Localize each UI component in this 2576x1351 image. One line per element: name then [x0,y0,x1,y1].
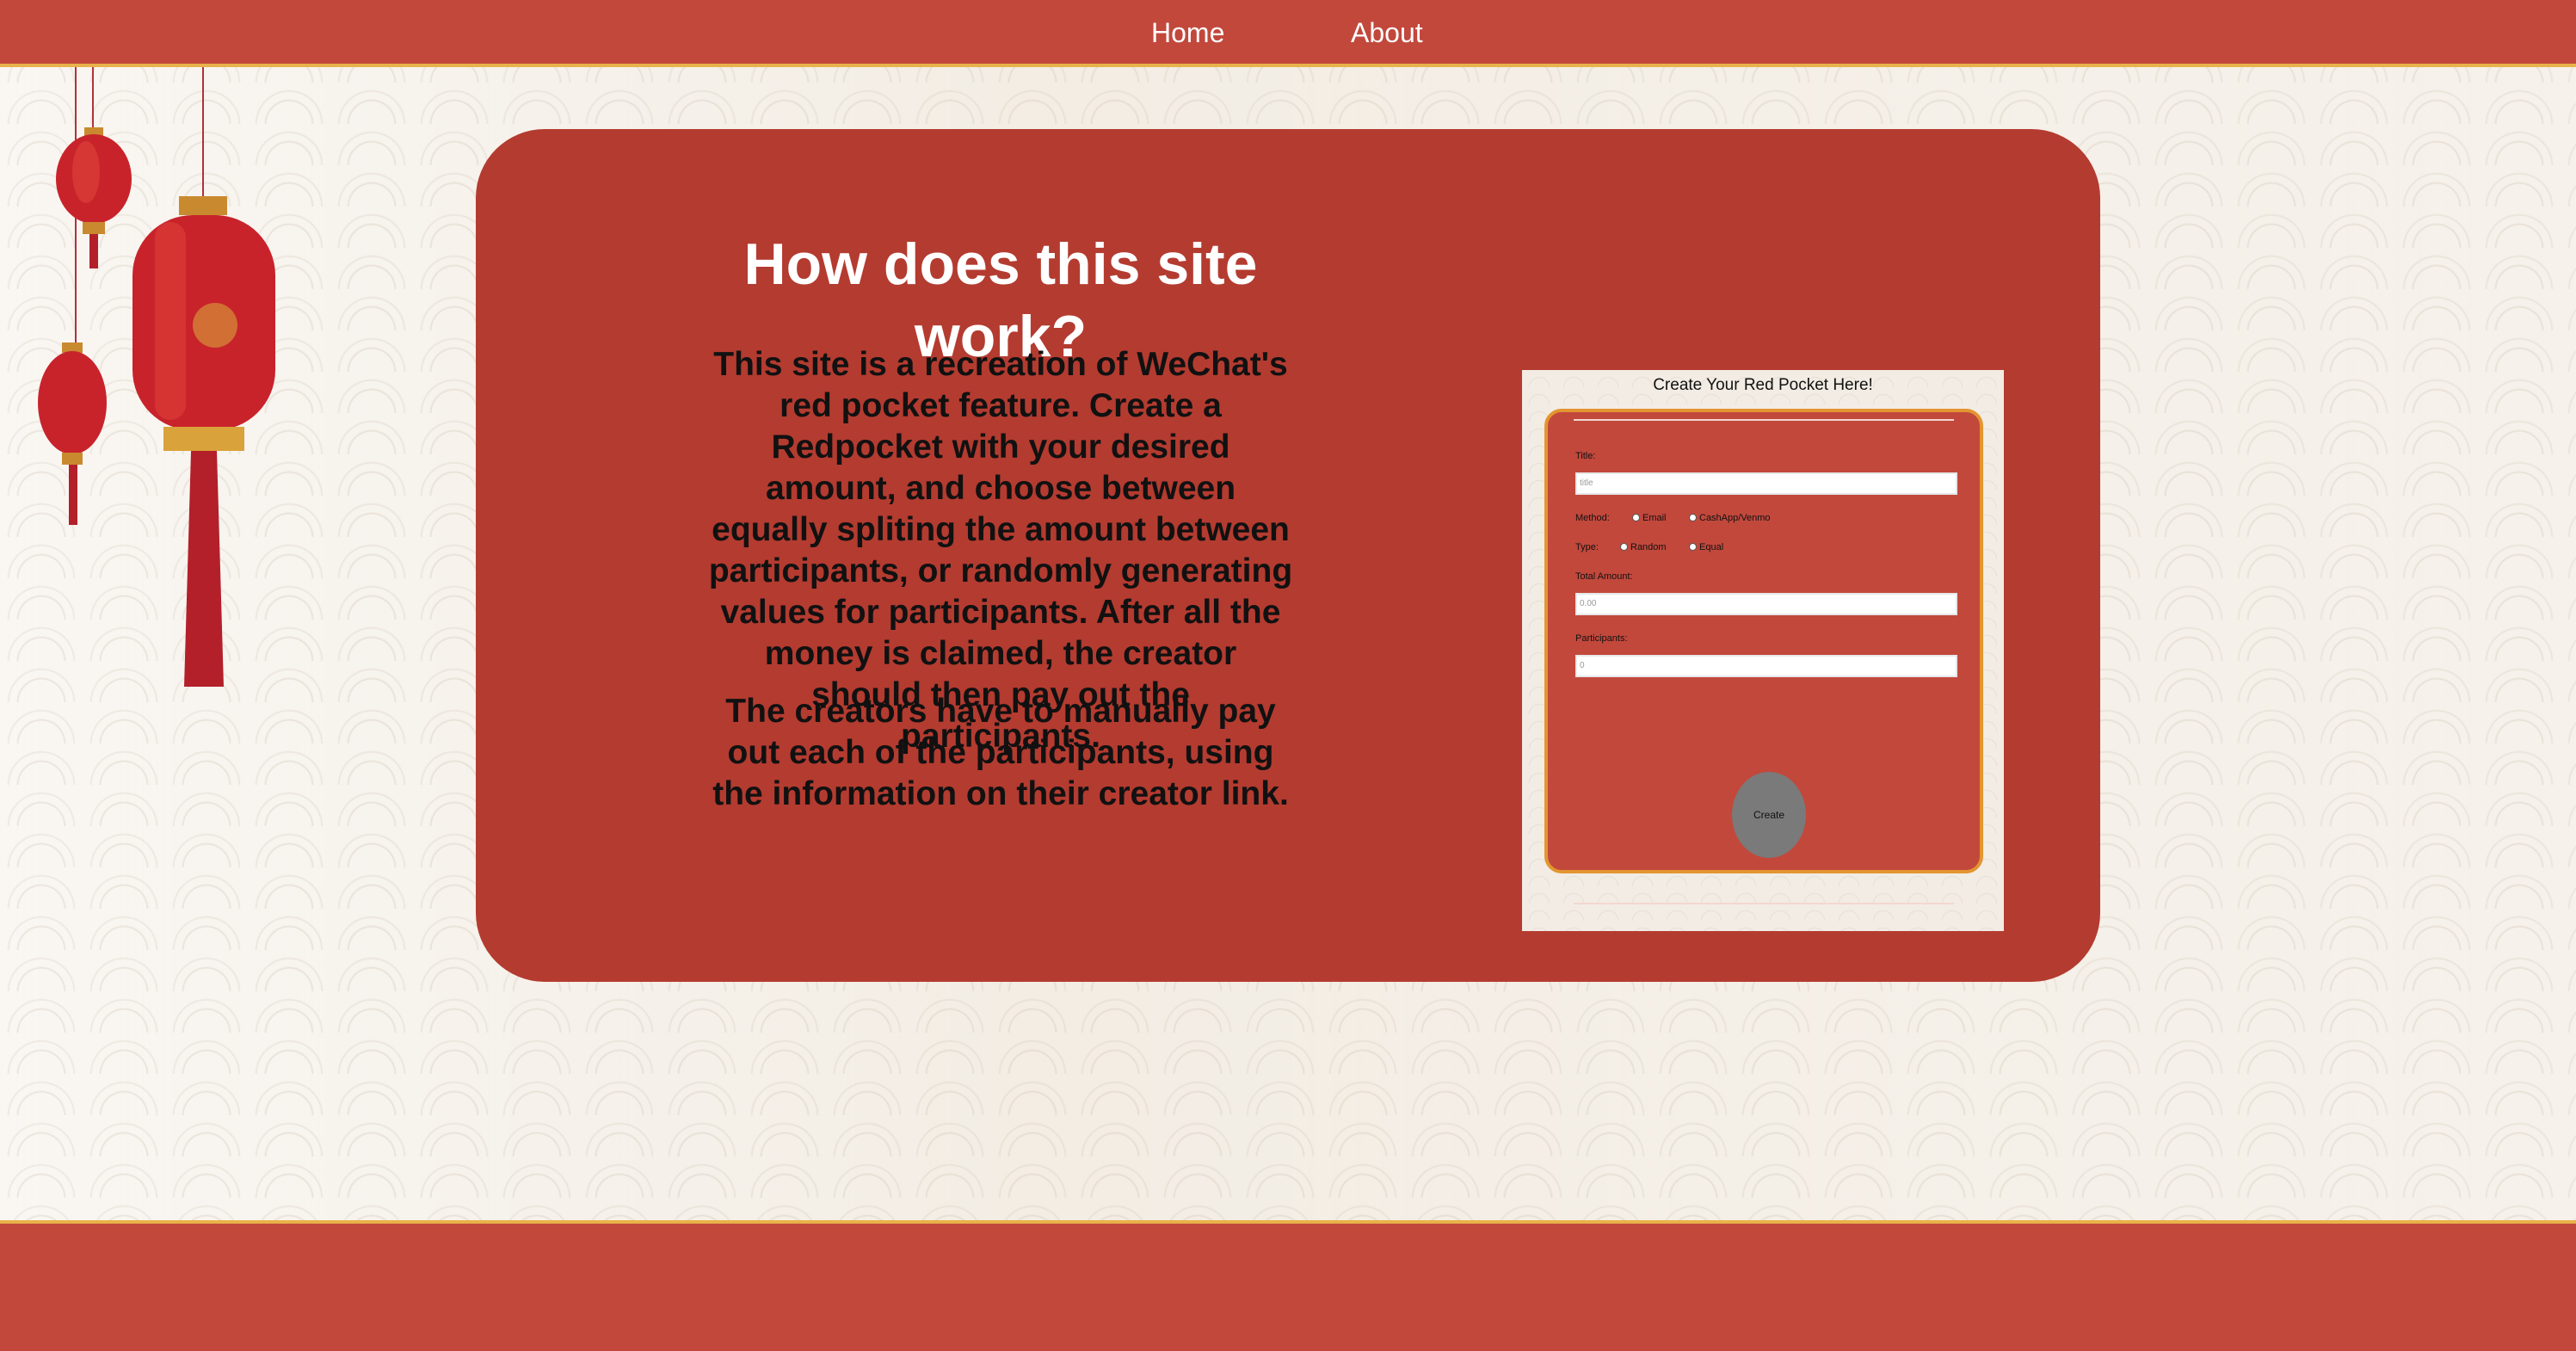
red-pocket-form-preview: Create Your Red Pocket Here! Title: titl… [1522,370,2004,931]
method-cashapp-label: CashApp/Venmo [1699,513,1771,523]
method-label: Method: [1575,513,1610,523]
preview-title: Create Your Red Pocket Here! [1653,376,1873,394]
title-input[interactable]: title [1575,472,1957,495]
divider [1574,419,1954,421]
amount-input[interactable]: 0.00 [1575,593,1957,615]
type-random-radio[interactable] [1620,543,1628,551]
type-equal-radio[interactable] [1689,543,1697,551]
type-label: Type: [1575,542,1599,552]
amount-label: Total Amount: [1575,571,1633,582]
create-button[interactable]: Create [1732,772,1806,858]
nav-about-link[interactable]: About [1351,15,1423,50]
title-label: Title: [1575,451,1596,461]
method-cashapp-radio[interactable] [1689,514,1697,521]
method-email-radio[interactable] [1632,514,1640,521]
footer [0,1220,2576,1351]
payout-paragraph: The creators have to manually pay out ea… [712,693,1289,812]
participants-input[interactable]: 0 [1575,655,1957,677]
method-email-label: Email [1642,513,1667,523]
lantern-decoration-icon [38,67,275,687]
how-it-works-card: How does this site work? This site is a … [476,129,2100,982]
type-random-label: Random [1630,542,1667,552]
top-navbar: Home About [0,0,2576,67]
participants-label: Participants: [1575,633,1628,644]
type-equal-label: Equal [1699,542,1724,552]
nav-home-link[interactable]: Home [1151,15,1224,50]
red-pocket-form: Title: title Method: Email CashApp/Venmo… [1544,409,1983,904]
divider [1574,903,1954,904]
